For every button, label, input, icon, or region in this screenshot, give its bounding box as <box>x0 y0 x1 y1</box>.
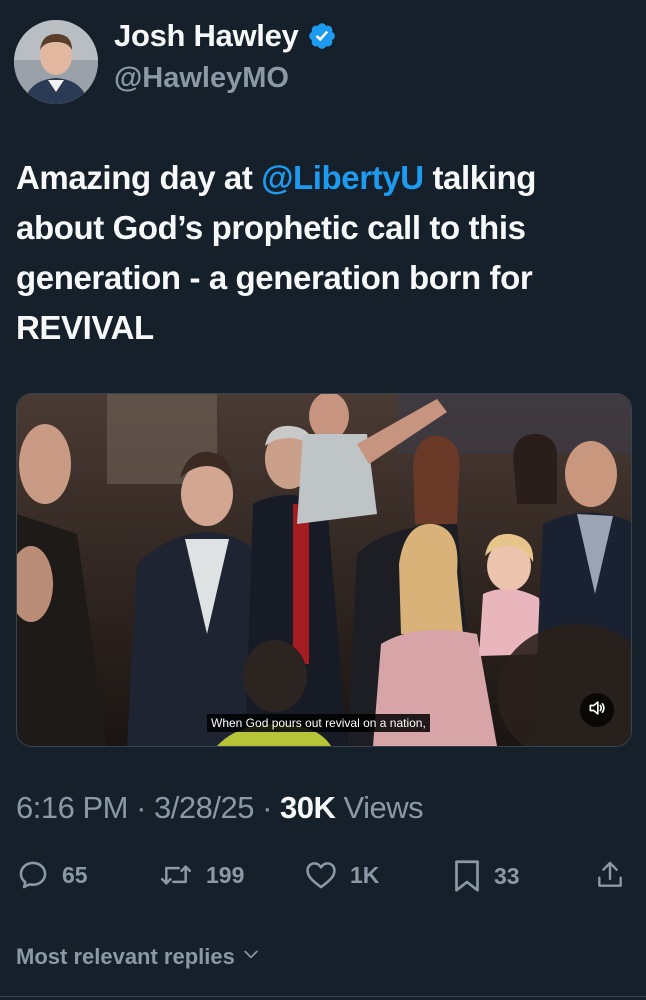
like-button[interactable]: 1K <box>304 858 379 892</box>
chevron-down-icon <box>241 944 261 970</box>
repost-count: 199 <box>206 861 245 888</box>
tweet-time[interactable]: 6:16 PM <box>16 790 128 825</box>
bookmark-icon <box>452 858 482 894</box>
display-name[interactable]: Josh Hawley <box>114 18 299 54</box>
reply-button[interactable]: 65 <box>16 858 88 892</box>
views-count: 30K <box>280 790 336 825</box>
mute-toggle-button[interactable] <box>580 693 614 727</box>
mention-link[interactable]: @LibertyU <box>261 159 424 196</box>
meta-separator: · <box>136 790 146 825</box>
share-icon <box>594 858 626 892</box>
verified-badge-icon <box>307 21 337 51</box>
bookmark-button[interactable]: 33 <box>452 858 520 894</box>
share-button[interactable] <box>594 858 626 892</box>
bookmark-count: 33 <box>494 862 520 889</box>
heart-icon <box>304 858 338 892</box>
speaker-muted-icon <box>587 698 607 723</box>
tweet-meta: 6:16 PM · 3/28/25 · 30K Views <box>16 790 424 826</box>
tweet-text: Amazing day at @LibertyU talking about G… <box>16 153 626 353</box>
reply-icon <box>16 858 50 892</box>
reply-count: 65 <box>62 861 88 888</box>
replies-sort-label: Most relevant replies <box>16 944 235 969</box>
tweet-text-part1: Amazing day at <box>16 159 262 196</box>
tweet-date[interactable]: 3/28/25 <box>154 790 254 825</box>
views-label: Views <box>343 790 424 825</box>
replies-sort-dropdown[interactable]: Most relevant replies <box>16 944 261 970</box>
repost-icon <box>158 858 194 892</box>
video-caption: When God pours out revival on a nation, <box>207 714 430 732</box>
tweet-actions-bar: 65 199 1K 33 <box>16 858 630 900</box>
video-frame <box>17 394 631 746</box>
author-handle[interactable]: @HawleyMO <box>114 62 289 95</box>
video-player[interactable]: When God pours out revival on a nation, <box>16 393 632 747</box>
avatar[interactable] <box>14 20 98 104</box>
tweet-header: Josh Hawley @HawleyMO <box>14 18 614 108</box>
repost-button[interactable]: 199 <box>158 858 244 892</box>
meta-separator: · <box>262 790 272 825</box>
like-count: 1K <box>350 861 380 888</box>
display-name-row: Josh Hawley <box>114 18 337 54</box>
divider <box>0 996 646 997</box>
